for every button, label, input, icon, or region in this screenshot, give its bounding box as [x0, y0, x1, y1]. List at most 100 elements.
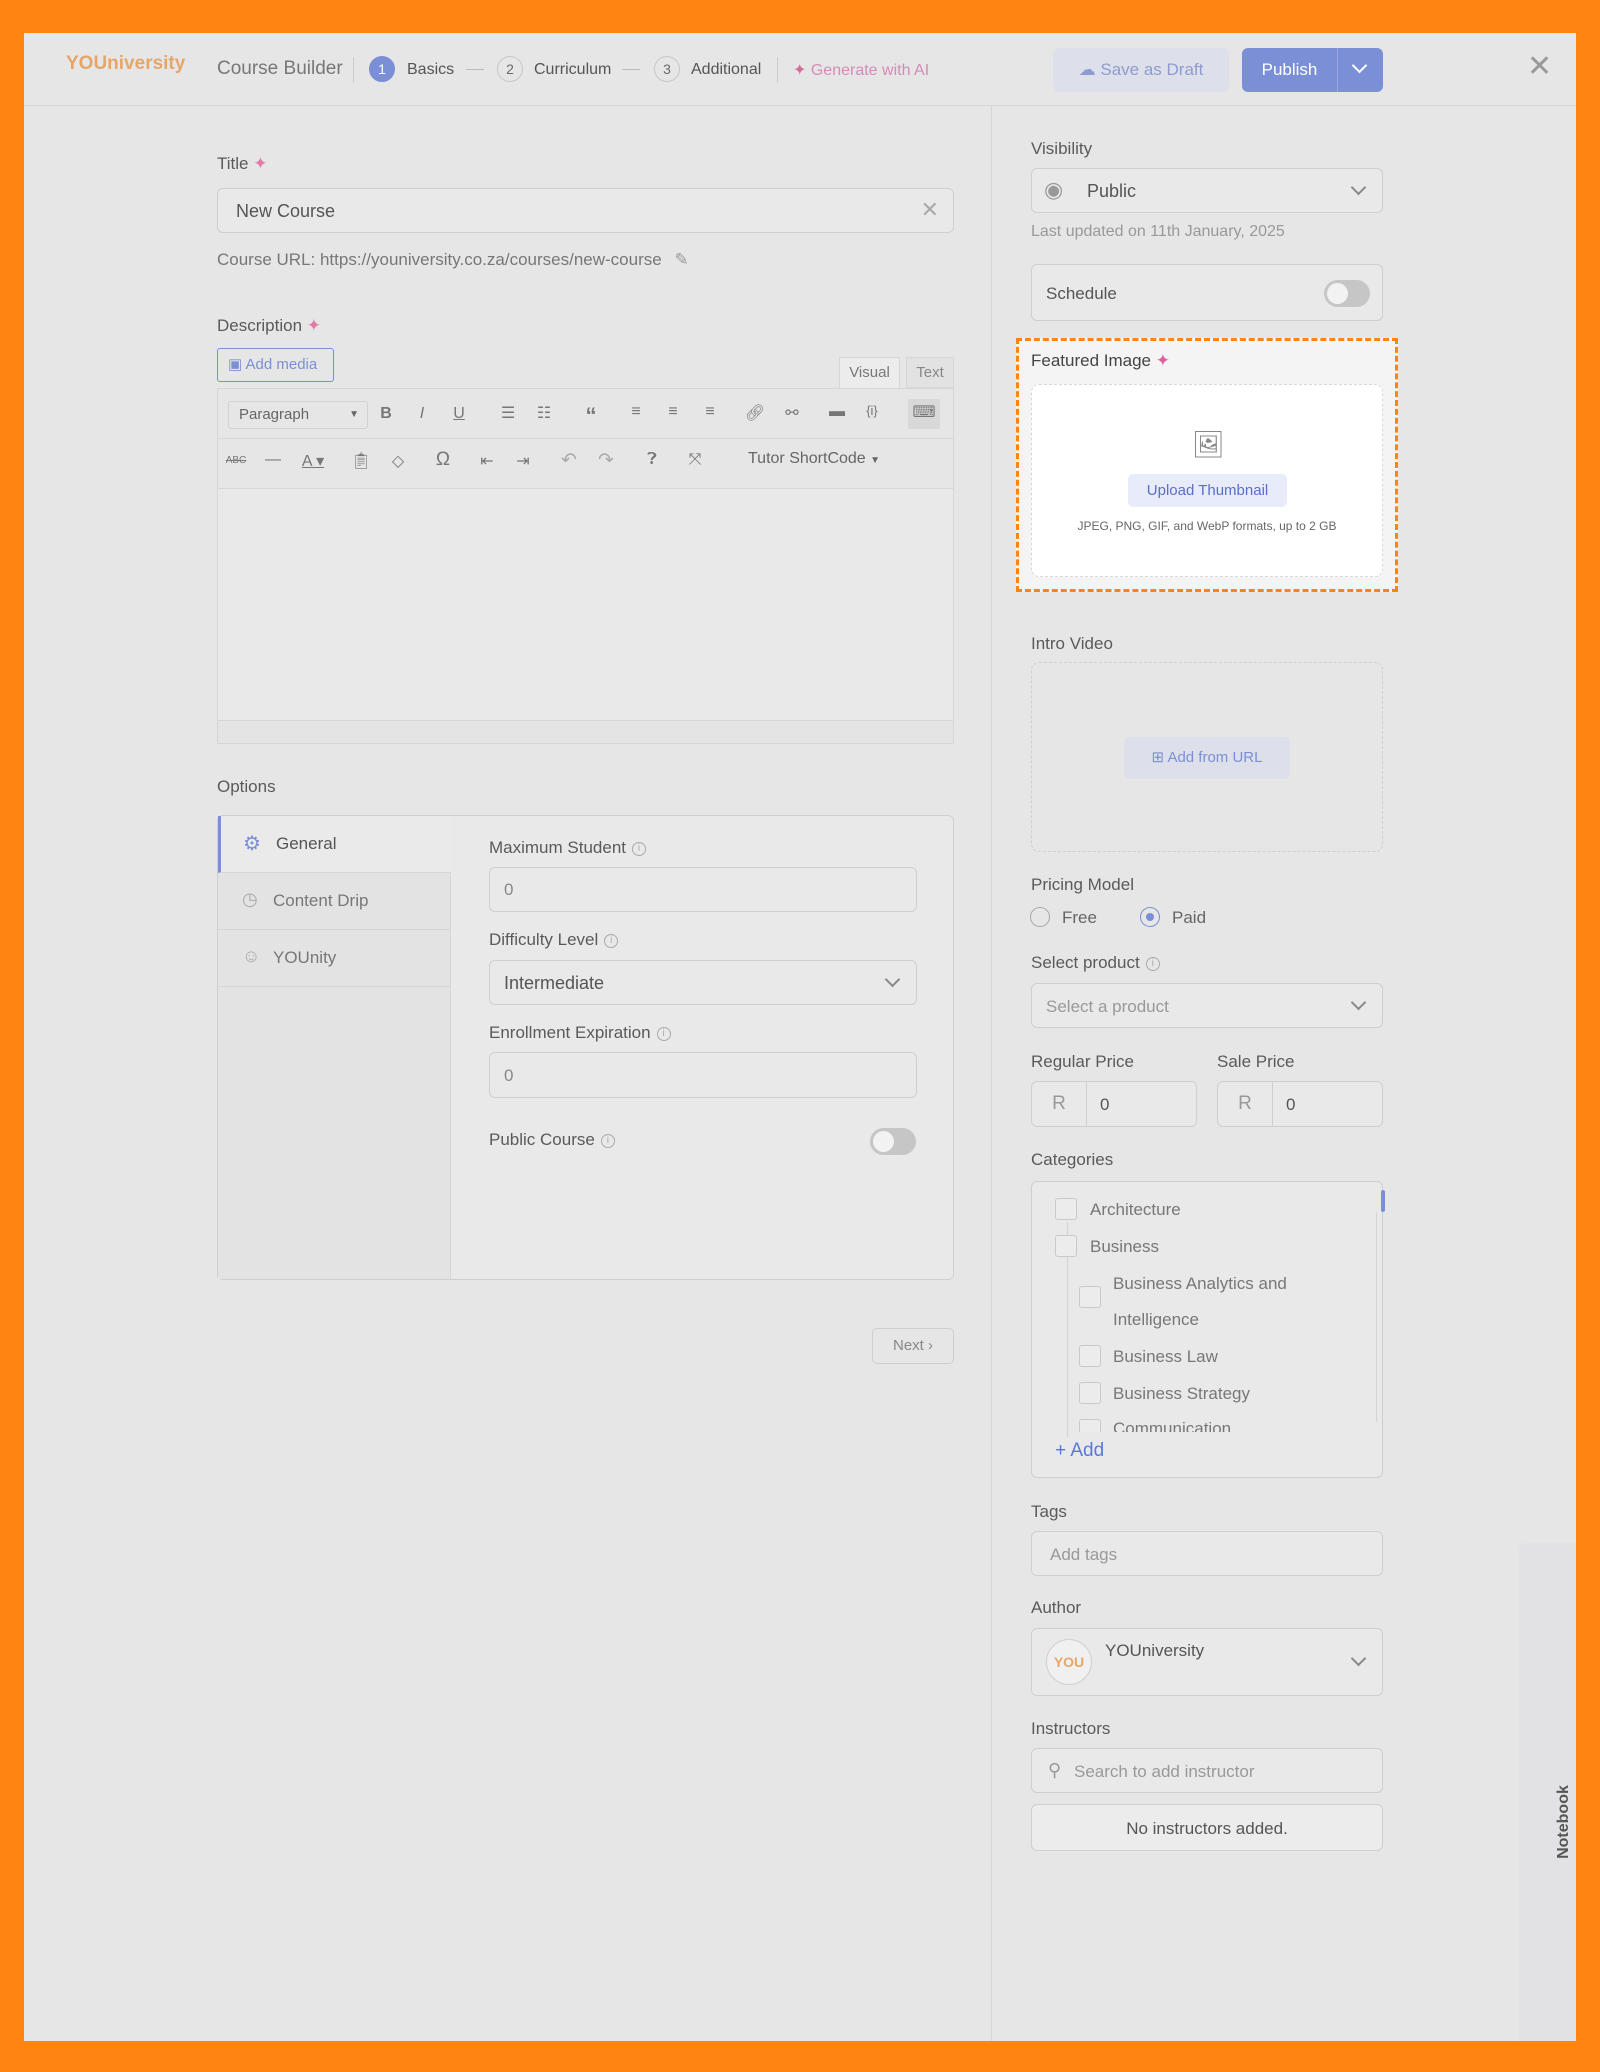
- tutor-shortcode-dropdown[interactable]: Tutor ShortCode ▼: [748, 450, 880, 468]
- text-color-icon[interactable]: A ▾: [300, 451, 326, 471]
- info-icon[interactable]: i: [632, 841, 646, 856]
- underline-icon[interactable]: U: [446, 405, 472, 423]
- step-additional[interactable]: Additional: [691, 61, 761, 79]
- product-select[interactable]: Select a product: [1031, 983, 1383, 1028]
- category-checkbox-business-analytics[interactable]: [1079, 1286, 1101, 1308]
- add-category-button[interactable]: + Add: [1055, 1440, 1104, 1462]
- category-checkbox-business[interactable]: [1055, 1235, 1077, 1257]
- ai-sparkle-icon[interactable]: ✦: [1156, 351, 1170, 370]
- add-media-button[interactable]: ▣ Add media: [217, 348, 334, 382]
- redo-icon[interactable]: ↷: [593, 449, 619, 472]
- featured-image-label: Featured Image ✦: [1031, 351, 1170, 370]
- tab-general[interactable]: ⚙ General: [218, 816, 451, 873]
- add-from-url-button[interactable]: ⊞ Add from URL: [1124, 737, 1290, 779]
- numbered-list-icon[interactable]: ☷: [531, 403, 557, 423]
- step-3-number[interactable]: 3: [654, 56, 680, 82]
- intro-video-dropzone: ⊞ Add from URL: [1031, 662, 1383, 852]
- help-icon[interactable]: ❓︎: [639, 451, 665, 469]
- outdent-icon[interactable]: ⇤: [474, 451, 500, 471]
- horizontal-line-icon[interactable]: —: [260, 451, 286, 469]
- step-1-number[interactable]: 1: [369, 56, 395, 82]
- radio-free[interactable]: [1030, 907, 1050, 927]
- tab-text[interactable]: Text: [906, 357, 954, 388]
- course-url: Course URL: https://youniversity.co.za/c…: [217, 250, 689, 269]
- fullscreen-icon[interactable]: ⤧: [682, 451, 708, 469]
- category-business: Business: [1090, 1237, 1159, 1256]
- align-right-icon[interactable]: ≡: [697, 403, 723, 421]
- tab-label: Content Drip: [273, 891, 369, 910]
- unlink-icon[interactable]: ⚯: [779, 403, 805, 423]
- format-select[interactable]: Paragraph ▼: [228, 401, 368, 429]
- app-title: Course Builder: [217, 58, 343, 79]
- radio-paid[interactable]: [1140, 907, 1160, 927]
- max-student-input[interactable]: 0: [489, 867, 917, 912]
- align-left-icon[interactable]: ≡: [623, 403, 649, 421]
- editor-toolbar: Paragraph ▼ B I U ☰ ☷ “ ≡ ≡ ≡ 🔗︎ ⚯ ▬ {i} …: [218, 389, 953, 489]
- next-button[interactable]: Next ›: [872, 1328, 954, 1364]
- regular-price-input[interactable]: R 0: [1031, 1081, 1197, 1127]
- instructor-search-input[interactable]: ⚲ Search to add instructor: [1031, 1748, 1383, 1793]
- indent-icon[interactable]: ⇥: [510, 451, 536, 471]
- options-label: Options: [217, 777, 276, 796]
- tags-label: Tags: [1031, 1502, 1067, 1521]
- clear-icon[interactable]: ✕: [921, 197, 939, 223]
- info-icon[interactable]: i: [656, 1026, 671, 1041]
- info-icon[interactable]: i: [1145, 956, 1160, 971]
- scrollbar[interactable]: [1381, 1190, 1385, 1212]
- description-editor[interactable]: Paragraph ▼ B I U ☰ ☷ “ ≡ ≡ ≡ 🔗︎ ⚯ ▬ {i} …: [217, 388, 954, 744]
- ai-sparkle-icon[interactable]: ✦: [307, 316, 321, 335]
- sale-price-input[interactable]: R 0: [1217, 1081, 1383, 1127]
- difficulty-label: Difficulty Level i: [489, 930, 619, 950]
- schedule-toggle[interactable]: [1324, 280, 1370, 307]
- keyboard-icon[interactable]: ⌨: [908, 399, 940, 429]
- author-select[interactable]: YOU YOUniversity: [1031, 1628, 1383, 1696]
- read-more-icon[interactable]: ▬: [824, 403, 850, 421]
- italic-icon[interactable]: I: [409, 405, 435, 423]
- difficulty-select[interactable]: Intermediate: [489, 960, 917, 1005]
- category-checkbox-architecture[interactable]: [1055, 1198, 1077, 1220]
- tab-visual[interactable]: Visual: [839, 357, 900, 388]
- category-checkbox-business-strategy[interactable]: [1079, 1382, 1101, 1404]
- close-icon[interactable]: ✕: [1527, 49, 1552, 84]
- public-course-toggle[interactable]: [870, 1128, 916, 1155]
- search-icon: ⚲: [1048, 1760, 1062, 1780]
- link-icon[interactable]: 🔗︎: [742, 403, 768, 423]
- tags-input[interactable]: Add tags: [1031, 1531, 1383, 1576]
- strikethrough-icon[interactable]: ABC: [223, 455, 249, 466]
- category-business-analytics: Business Analytics and: [1113, 1274, 1287, 1293]
- enrollment-input[interactable]: 0: [489, 1052, 917, 1098]
- publish-dropdown-button[interactable]: [1337, 48, 1383, 92]
- generate-with-ai-button[interactable]: ✦ Generate with AI: [793, 60, 929, 80]
- category-checkbox-communication[interactable]: [1079, 1419, 1101, 1432]
- ai-sparkle-icon[interactable]: ✦: [253, 154, 267, 173]
- step-basics[interactable]: Basics: [407, 61, 454, 79]
- bullet-list-icon[interactable]: ☰: [495, 403, 521, 423]
- paste-text-icon[interactable]: 📋︎: [348, 451, 374, 471]
- step-2-number[interactable]: 2: [497, 56, 523, 82]
- eye-icon: ◉: [1044, 177, 1064, 202]
- notebook-tab[interactable]: Notebook: [1519, 1543, 1576, 2041]
- clear-formatting-icon[interactable]: ◇: [385, 451, 411, 471]
- undo-icon[interactable]: ↶: [556, 449, 582, 472]
- upload-thumbnail-button[interactable]: Upload Thumbnail: [1128, 474, 1287, 507]
- gear-icon: ⚙: [243, 833, 261, 855]
- align-center-icon[interactable]: ≡: [660, 403, 686, 421]
- tab-content-drip[interactable]: ◷ Content Drip: [218, 873, 451, 930]
- visibility-select[interactable]: ◉ Public: [1031, 168, 1383, 213]
- notebook-label: Notebook: [1554, 1785, 1572, 1859]
- instructors-label: Instructors: [1031, 1719, 1111, 1738]
- info-icon[interactable]: i: [600, 1133, 615, 1148]
- edit-icon[interactable]: ✎: [674, 250, 688, 269]
- tab-younity[interactable]: ☺ YOUnity: [218, 930, 451, 987]
- category-checkbox-business-law[interactable]: [1079, 1345, 1101, 1367]
- bold-icon[interactable]: B: [373, 405, 399, 423]
- save-as-draft-button[interactable]: ☁ Save as Draft: [1053, 48, 1229, 92]
- code-icon[interactable]: {i}: [859, 403, 885, 418]
- title-input[interactable]: New Course ✕: [217, 188, 954, 233]
- special-character-icon[interactable]: Ω: [430, 449, 456, 471]
- publish-button[interactable]: Publish: [1242, 48, 1337, 92]
- featured-image-dropzone[interactable]: 🖼︎ Upload Thumbnail JPEG, PNG, GIF, and …: [1031, 384, 1383, 577]
- step-curriculum[interactable]: Curriculum: [534, 61, 611, 79]
- blockquote-icon[interactable]: “: [578, 403, 604, 429]
- info-icon[interactable]: i: [604, 933, 619, 948]
